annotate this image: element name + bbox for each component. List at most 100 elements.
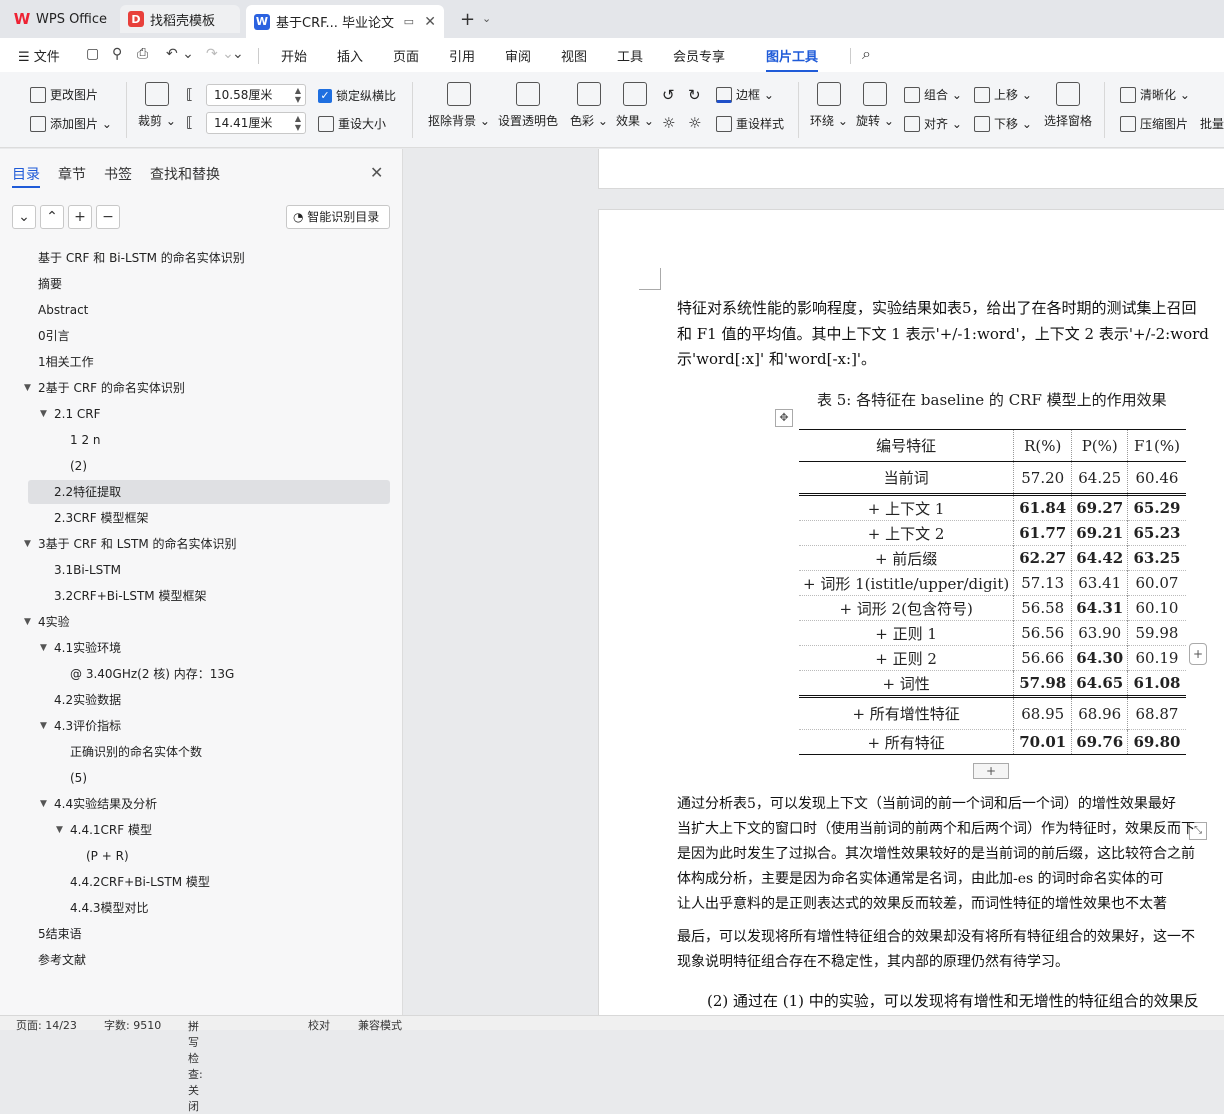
lock-ratio-checkbox[interactable]: ✓ 锁定纵横比	[318, 87, 396, 104]
change-picture-button[interactable]: 更改图片	[30, 86, 98, 103]
window-icon[interactable]: ▭	[404, 15, 414, 28]
toc-item[interactable]: 3.1Bi-LSTM	[54, 558, 121, 582]
toc-item[interactable]: 3.2CRF+Bi-LSTM 模型框架	[54, 584, 206, 608]
collapse-down-button[interactable]: ⌄	[12, 205, 36, 229]
expand-arrow-icon[interactable]: ▼	[24, 376, 31, 400]
table-cell[interactable]: + 前后缀	[799, 546, 1014, 571]
height-input[interactable]: 14.41厘米 ▲ ▼	[206, 112, 306, 134]
table-row[interactable]: + 词性 57.98 64.65 61.08	[799, 670, 1186, 696]
toc-item[interactable]: @ 3.40GHz(2 核) 内存：13G	[70, 662, 234, 686]
wrap-button[interactable]: 环绕 ⌄	[810, 82, 848, 129]
table-cell[interactable]: + 词形 1(istitle/upper/digit)	[799, 571, 1014, 596]
add-row-button[interactable]: +	[973, 763, 1009, 779]
table-row[interactable]: + 上下文 2 61.77 69.21 65.23	[799, 520, 1186, 546]
remove-heading-button[interactable]: −	[96, 205, 120, 229]
table-row[interactable]: + 正则 2 56.66 64.30 60.19	[799, 645, 1186, 671]
toc-item[interactable]: 5结束语	[38, 922, 82, 946]
toc-item[interactable]: (P + R)	[86, 844, 129, 868]
menu-picture-tools[interactable]: 图片工具	[766, 46, 818, 65]
table-cell[interactable]: 59.98	[1127, 620, 1186, 646]
tab-sections[interactable]: 章节	[58, 164, 86, 184]
table-cell[interactable]: + 上下文 2	[799, 521, 1014, 546]
compress-button[interactable]: 压缩图片	[1120, 115, 1188, 132]
tab-template[interactable]: D 找稻壳模板	[120, 5, 240, 33]
table-cell[interactable]: + 正则 1	[799, 621, 1014, 646]
table-cell[interactable]: 当前词	[799, 462, 1014, 494]
tab-document[interactable]: W 基于CRF... 毕业论文 ▭ ✕	[246, 5, 444, 38]
table-cell[interactable]: + 正则 2	[799, 646, 1014, 671]
table-cell[interactable]: 64.25	[1071, 461, 1128, 494]
send-backward-button[interactable]: 下移 ⌄	[974, 115, 1032, 132]
effect-button[interactable]: 效果 ⌄	[616, 82, 654, 129]
menu-start[interactable]: 开始	[281, 46, 307, 65]
results-table[interactable]: 编号特征 R(%) P(%) F1(%) 当前词 57.20 64.25 60.46 +…	[799, 429, 1186, 755]
print-preview-icon[interactable]: ⎙	[137, 46, 148, 62]
table-cell[interactable]: 65.29	[1127, 495, 1186, 521]
reset-size-button[interactable]: 重设大小	[318, 115, 386, 132]
close-tab-icon[interactable]: ✕	[424, 14, 436, 30]
bring-forward-button[interactable]: 上移 ⌄	[974, 86, 1032, 103]
toc-item[interactable]: 4.4.3模型对比	[70, 896, 149, 920]
table-row[interactable]: + 词形 2(包含符号) 56.58 64.31 60.10	[799, 595, 1186, 621]
table-cell[interactable]: 64.65	[1071, 670, 1128, 696]
brightness-up-icon[interactable]: ☼	[662, 114, 675, 132]
close-pane-icon[interactable]: ✕	[370, 163, 383, 182]
rotate-button[interactable]: 旋转 ⌄	[856, 82, 894, 129]
menu-page[interactable]: 页面	[393, 46, 419, 65]
sharpen-button[interactable]: 清晰化 ⌄	[1120, 86, 1190, 103]
table-cell[interactable]: 60.07	[1127, 570, 1186, 596]
brightness-down-icon[interactable]: ☼	[688, 114, 701, 132]
smart-toc-button[interactable]: ◔ 智能识别目录	[286, 205, 390, 229]
batch-button[interactable]: 批量	[1200, 115, 1224, 132]
menu-tools[interactable]: 工具	[617, 46, 643, 65]
add-column-button[interactable]: +	[1189, 643, 1207, 665]
toc-item[interactable]: 1相关工作	[38, 350, 94, 374]
toc-item[interactable]: (2)	[70, 454, 87, 478]
toc-item[interactable]: 4.4.2CRF+Bi-LSTM 模型	[70, 870, 210, 894]
table-row[interactable]: + 所有特征 70.01 69.76 69.80	[799, 729, 1186, 755]
expand-arrow-icon[interactable]: ▼	[40, 402, 47, 426]
toc-item[interactable]: 摘要	[38, 272, 62, 296]
crop-button[interactable]: 裁剪 ⌄	[138, 82, 176, 129]
table-cell[interactable]: + 所有增性特征	[799, 698, 1014, 730]
table-cell[interactable]: 64.30	[1071, 645, 1128, 671]
rotate-right-icon[interactable]: ↻	[688, 86, 701, 104]
toc-item[interactable]: 1 2 n	[70, 428, 101, 452]
toc-item[interactable]: 4实验	[38, 610, 70, 634]
toc-item[interactable]: 4.3评价指标	[54, 714, 121, 738]
menu-member[interactable]: 会员专享	[673, 46, 725, 65]
table-cell[interactable]: 62.27	[1013, 545, 1072, 571]
word-count[interactable]: 字数: 9510	[104, 1017, 161, 1033]
table-cell[interactable]: 60.46	[1127, 461, 1186, 494]
toc-item[interactable]: 2.3CRF 模型框架	[54, 506, 149, 530]
width-input[interactable]: 10.58厘米 ▲ ▼	[206, 84, 306, 106]
table-row[interactable]: + 上下文 1 61.84 69.27 65.29	[799, 495, 1186, 521]
color-button[interactable]: 色彩 ⌄	[570, 82, 608, 129]
table-cell[interactable]: 70.01	[1013, 729, 1072, 755]
table-row[interactable]: + 前后缀 62.27 64.42 63.25	[799, 545, 1186, 571]
search-icon[interactable]: ⌕	[862, 44, 871, 64]
undo-icon[interactable]: ↶ ⌄	[166, 46, 194, 62]
add-picture-button[interactable]: 添加图片 ⌄	[30, 115, 112, 132]
table-cell[interactable]: 69.27	[1071, 495, 1128, 521]
spin-arrows-icon[interactable]: ▲ ▼	[295, 86, 301, 104]
toc-item[interactable]: 4.4.1CRF 模型	[70, 818, 152, 842]
selection-pane-button[interactable]: 选择窗格	[1044, 82, 1092, 129]
table-cell[interactable]: 64.42	[1071, 545, 1128, 571]
group-button[interactable]: 组合 ⌄	[904, 86, 962, 103]
table-cell[interactable]: 56.58	[1013, 595, 1072, 621]
spin-arrows-icon[interactable]: ▲ ▼	[295, 114, 301, 132]
remove-background-button[interactable]: 抠除背景 ⌄	[428, 82, 490, 129]
table-cell[interactable]: 56.56	[1013, 620, 1072, 646]
menu-insert[interactable]: 插入	[337, 46, 363, 65]
table-cell[interactable]: 61.08	[1127, 670, 1186, 696]
table-cell[interactable]: 57.13	[1013, 570, 1072, 596]
table-cell[interactable]: 63.25	[1127, 545, 1186, 571]
spell-check[interactable]: 拼写检查: 关闭 ⌄	[188, 1017, 203, 1113]
toc-item[interactable]: 2.1 CRF	[54, 402, 101, 426]
expand-arrow-icon[interactable]: ▼	[40, 636, 47, 660]
set-transparent-button[interactable]: 设置透明色	[498, 82, 558, 129]
toc-item[interactable]: 3基于 CRF 和 LSTM 的命名实体识别	[38, 532, 237, 556]
toc-item[interactable]: 4.1实验环境	[54, 636, 121, 660]
table-row[interactable]: + 正则 1 56.56 63.90 59.98	[799, 620, 1186, 646]
